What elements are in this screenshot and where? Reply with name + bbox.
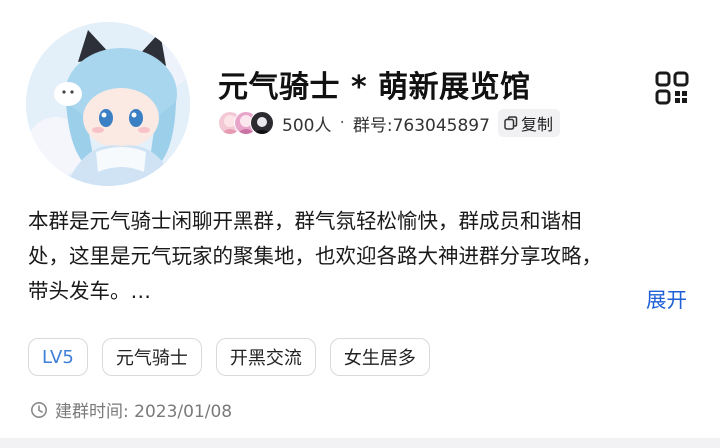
tag-level[interactable]: LV5 bbox=[28, 338, 88, 376]
group-name: 元气骑士 * 萌新展览馆 bbox=[218, 70, 531, 105]
group-meta: 500人 · 群号:763045897 复制 bbox=[218, 109, 560, 137]
created-date: 建群时间: 2023/01/08 bbox=[30, 397, 232, 422]
anime-girl-avatar-image bbox=[26, 22, 190, 186]
copy-icon bbox=[504, 116, 518, 130]
member-avatar bbox=[250, 111, 274, 135]
description-line: 处，这里是元气玩家的聚集地，也欢迎各路大神进群分享攻略， bbox=[28, 244, 602, 268]
description-line: 本群是元气骑士闲聊开黑群，群气氛轻松愉快，群成员和谐相 bbox=[28, 209, 582, 233]
created-label: 建群时间: 2023/01/08 bbox=[55, 402, 233, 422]
description-line: 带头发车。… bbox=[28, 279, 151, 303]
meta-separator: · bbox=[339, 113, 345, 133]
copy-button[interactable]: 复制 bbox=[497, 109, 560, 137]
qr-code-button[interactable] bbox=[654, 70, 690, 106]
qr-code-icon bbox=[655, 71, 689, 105]
tag-list: LV5 元气骑士 开黑交流 女生居多 bbox=[28, 338, 430, 376]
member-count: 500人 bbox=[282, 115, 332, 136]
clock-icon bbox=[31, 401, 47, 418]
tag-item[interactable]: 女生居多 bbox=[329, 338, 430, 376]
tag-item[interactable]: 元气骑士 bbox=[101, 338, 202, 376]
group-header: 元气骑士 * 萌新展览馆 500人 · 群号:763045897 复制 bbox=[0, 0, 720, 200]
expand-link[interactable]: 展开 bbox=[646, 283, 687, 318]
member-avatars[interactable] bbox=[218, 110, 276, 136]
tag-item[interactable]: 开黑交流 bbox=[215, 338, 316, 376]
section-divider bbox=[0, 438, 720, 448]
copy-label: 复制 bbox=[520, 115, 553, 134]
group-avatar[interactable] bbox=[26, 22, 190, 186]
group-description: 本群是元气骑士闲聊开黑群，群气氛轻松愉快，群成员和谐相 处，这里是元气玩家的聚集… bbox=[28, 204, 678, 309]
group-id: 群号:763045897 bbox=[352, 115, 490, 136]
